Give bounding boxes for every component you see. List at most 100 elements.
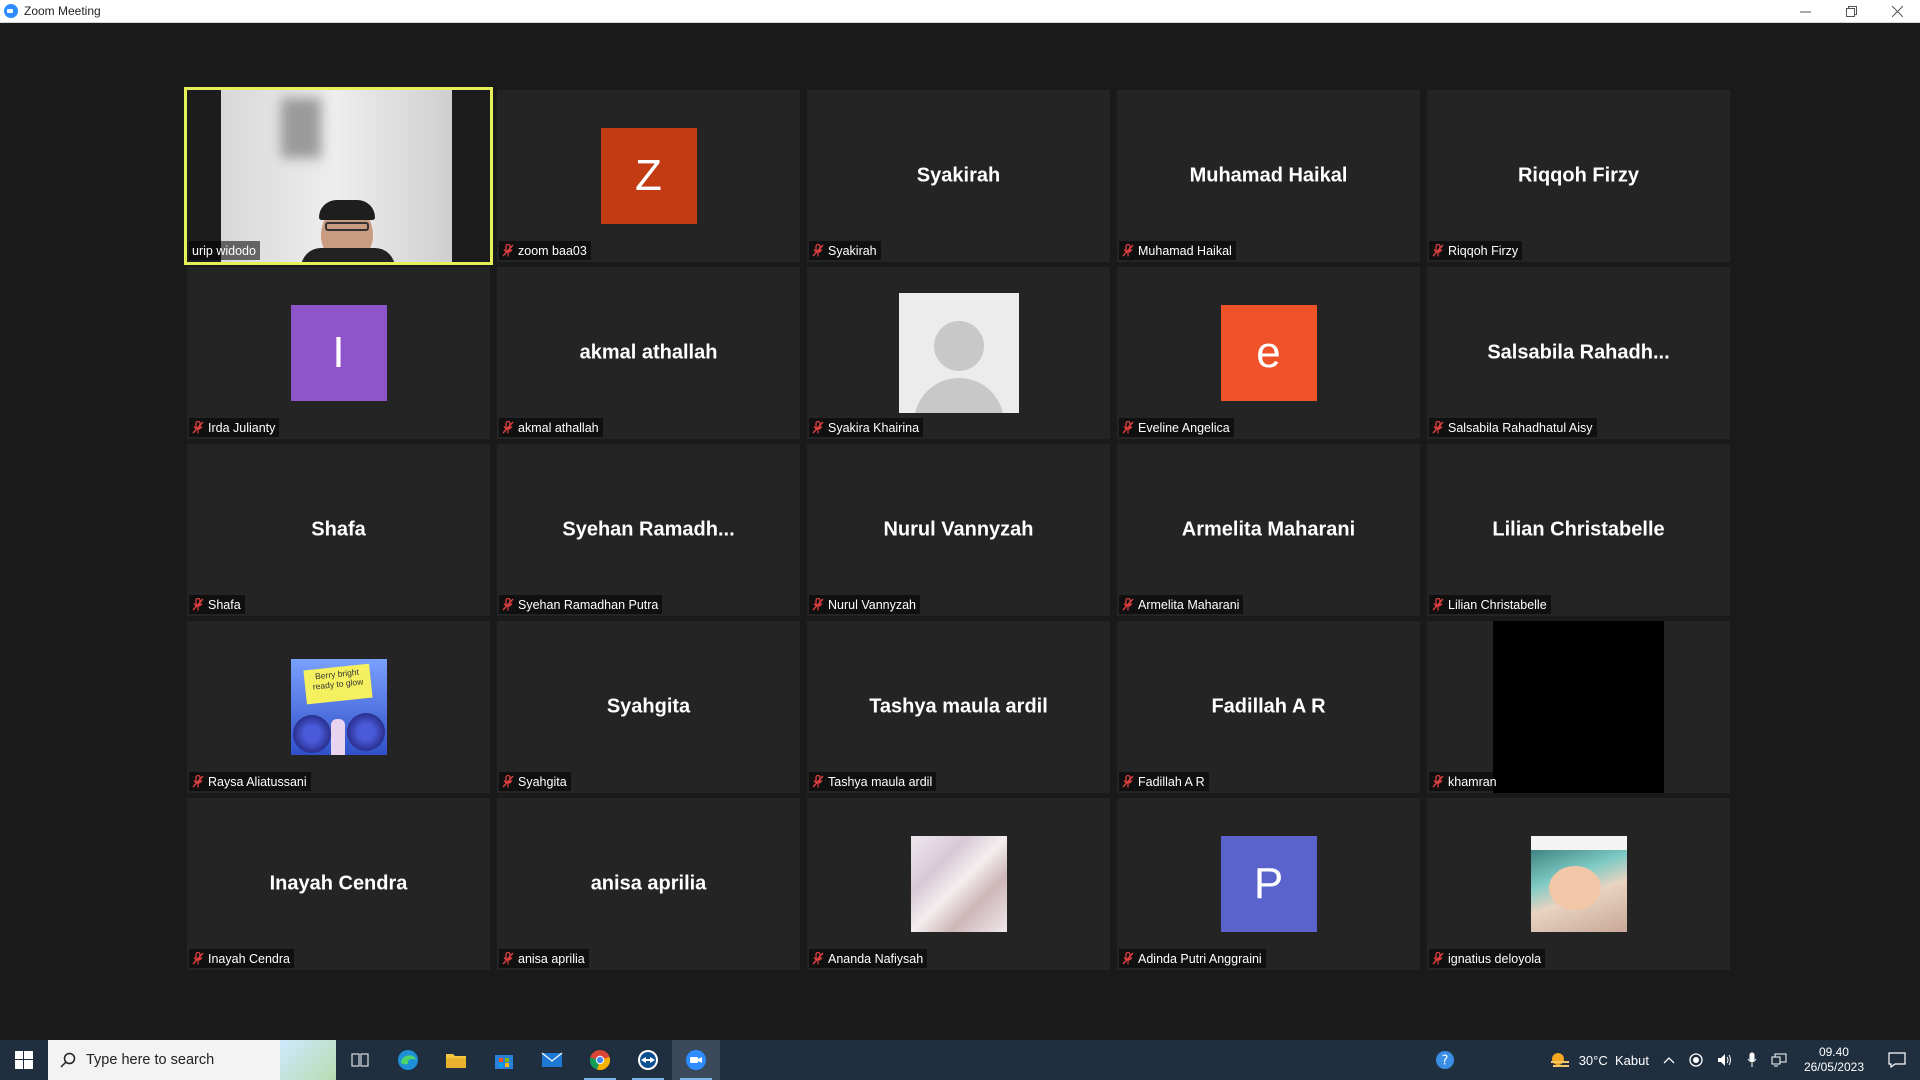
participant-tile[interactable]: akmal athallah akmal athallah — [497, 267, 800, 439]
participant-video — [221, 90, 452, 262]
taskbar-file-explorer[interactable] — [432, 1040, 480, 1080]
taskbar-search-box[interactable]: Type here to search — [48, 1040, 336, 1080]
restore-icon — [1845, 5, 1857, 17]
clock-date: 26/05/2023 — [1803, 1060, 1864, 1074]
volume-button[interactable] — [1710, 1040, 1740, 1080]
participant-tile[interactable]: Armelita Maharani Armelita Maharani — [1117, 444, 1420, 616]
search-highlight-image — [280, 1040, 336, 1080]
taskbar-chrome[interactable] — [576, 1040, 624, 1080]
participant-nameplate: Salsabila Rahadhatul Aisy — [1429, 418, 1597, 437]
participant-video — [1493, 621, 1664, 793]
participant-tile[interactable]: Muhamad Haikal Muhamad Haikal — [1117, 90, 1420, 262]
mail-icon — [541, 1052, 563, 1067]
participant-tile[interactable]: Syahgita Syahgita — [497, 621, 800, 793]
folder-icon — [446, 1054, 466, 1068]
participant-tile[interactable]: Shafa Shafa — [187, 444, 490, 616]
participant-nameplate: urip widodo — [189, 241, 260, 260]
participant-tile[interactable]: Salsabila Rahadh... Salsabila Rahadhatul … — [1427, 267, 1730, 439]
close-button[interactable] — [1874, 0, 1920, 22]
record-icon — [1689, 1053, 1703, 1067]
restore-button[interactable] — [1828, 0, 1874, 22]
participant-tile[interactable]: Inayah Cendra Inayah Cendra — [187, 798, 490, 970]
minimize-button[interactable] — [1782, 0, 1828, 22]
search-placeholder: Type here to search — [86, 1052, 215, 1068]
participant-name-label: Syakirah — [828, 243, 877, 258]
participant-name-label: Muhamad Haikal — [1138, 243, 1232, 258]
participant-tile[interactable]: Zzoom baa03 — [497, 90, 800, 262]
participant-display-name: Armelita Maharani — [1181, 518, 1356, 541]
microphone-tray-icon[interactable] — [1740, 1040, 1764, 1080]
muted-mic-icon — [502, 421, 514, 434]
participant-name-label: Lilian Christabelle — [1448, 597, 1547, 612]
participant-tile[interactable]: ignatius deloyola — [1427, 798, 1730, 970]
participant-nameplate: Fadillah A R — [1119, 772, 1209, 791]
store-icon — [495, 1055, 513, 1069]
participant-tile[interactable]: Tashya maula ardil Tashya maula ardil — [807, 621, 1110, 793]
participant-tile[interactable]: Fadillah A R Fadillah A R — [1117, 621, 1420, 793]
participant-display-name: akmal athallah — [579, 341, 718, 364]
participant-tile[interactable]: anisa aprilia anisa aprilia — [497, 798, 800, 970]
participant-nameplate: Lilian Christabelle — [1429, 595, 1551, 614]
participant-tile[interactable]: Syakirah Syakirah — [807, 90, 1110, 262]
participant-display-name: Muhamad Haikal — [1189, 164, 1348, 187]
taskbar-teamviewer[interactable] — [624, 1040, 672, 1080]
participant-tile[interactable]: Nurul Vannyzah Nurul Vannyzah — [807, 444, 1110, 616]
participant-display-name: Fadillah A R — [1211, 695, 1326, 718]
participant-display-name: Inayah Cendra — [269, 872, 408, 895]
help-tray-button[interactable]: ? — [1428, 1040, 1462, 1080]
weather-text: 30°C Kabut — [1578, 1052, 1649, 1068]
notification-center-button[interactable] — [1874, 1040, 1920, 1080]
participant-nameplate: khamran — [1429, 772, 1501, 791]
muted-mic-icon — [1432, 952, 1444, 965]
participant-tile[interactable]: Berry bright ready to glow Raysa Aliatuss… — [187, 621, 490, 793]
participant-tile[interactable]: P Adinda Putri Anggraini — [1117, 798, 1420, 970]
weather-widget[interactable]: 30°C Kabut — [1542, 1040, 1656, 1080]
taskbar-store[interactable] — [480, 1040, 528, 1080]
help-icon: ? — [1435, 1051, 1454, 1069]
muted-mic-icon — [1432, 244, 1444, 257]
participant-nameplate: zoom baa03 — [499, 241, 591, 260]
participant-tile[interactable]: Ananda Nafiysah — [807, 798, 1110, 970]
participant-name-label: zoom baa03 — [518, 243, 587, 258]
participant-nameplate: Syakirah — [809, 241, 881, 260]
participant-tile[interactable]: I Irda Julianty — [187, 267, 490, 439]
taskbar-clock[interactable]: 09.40 26/05/2023 — [1794, 1045, 1874, 1075]
participant-tile[interactable]: e Eveline Angelica — [1117, 267, 1420, 439]
participant-tile[interactable]: Lilian Christabelle Lilian Christabelle — [1427, 444, 1730, 616]
participant-name-label: Raysa Aliatussani — [208, 774, 307, 789]
taskbar-edge[interactable] — [384, 1040, 432, 1080]
network-button[interactable] — [1764, 1040, 1794, 1080]
participant-name-label: Salsabila Rahadhatul Aisy — [1448, 420, 1593, 435]
windows-taskbar: Type here to search ? 30°C Kabut 09.40 2… — [0, 1040, 1920, 1080]
participant-nameplate: Syahgita — [499, 772, 571, 791]
participant-tile[interactable]: Syehan Ramadh... Syehan Ramadhan Putra — [497, 444, 800, 616]
start-button[interactable] — [0, 1040, 48, 1080]
participant-tile[interactable]: urip widodo — [184, 87, 493, 265]
participant-tile[interactable]: Riqqoh Firzy Riqqoh Firzy — [1427, 90, 1730, 262]
participant-name-label: Shafa — [208, 597, 241, 612]
minimize-icon — [1799, 11, 1811, 12]
participant-name-label: akmal athallah — [518, 420, 599, 435]
participant-nameplate: Armelita Maharani — [1119, 595, 1244, 614]
show-hidden-icons-button[interactable] — [1656, 1040, 1682, 1080]
participant-tile[interactable]: Syakira Khairina — [807, 267, 1110, 439]
svg-text:?: ? — [1441, 1054, 1448, 1069]
muted-mic-icon — [502, 598, 514, 611]
muted-mic-icon — [502, 244, 514, 257]
participant-nameplate: ignatius deloyola — [1429, 949, 1546, 968]
participant-tile[interactable]: khamran — [1427, 621, 1730, 793]
muted-mic-icon — [812, 421, 824, 434]
zoom-icon — [686, 1050, 706, 1070]
taskbar-mail[interactable] — [528, 1040, 576, 1080]
task-view-button[interactable] — [336, 1040, 384, 1080]
participant-display-name: Syahgita — [606, 695, 691, 718]
participant-grid: urip widodo Zzoom baa03 Syakirah Syakirah Mu… — [184, 87, 1730, 970]
system-tray: ? 30°C Kabut 09.40 26/05/2023 — [1428, 1040, 1920, 1080]
taskbar-zoom[interactable] — [672, 1040, 720, 1080]
chevron-up-icon — [1663, 1057, 1675, 1064]
participant-name-label: Riqqoh Firzy — [1448, 243, 1519, 258]
participant-name-label: Syakira Khairina — [828, 420, 920, 435]
record-tray-icon[interactable] — [1682, 1040, 1710, 1080]
participant-nameplate: Raysa Aliatussani — [189, 772, 311, 791]
participant-name-label: Ananda Nafiysah — [828, 951, 924, 966]
